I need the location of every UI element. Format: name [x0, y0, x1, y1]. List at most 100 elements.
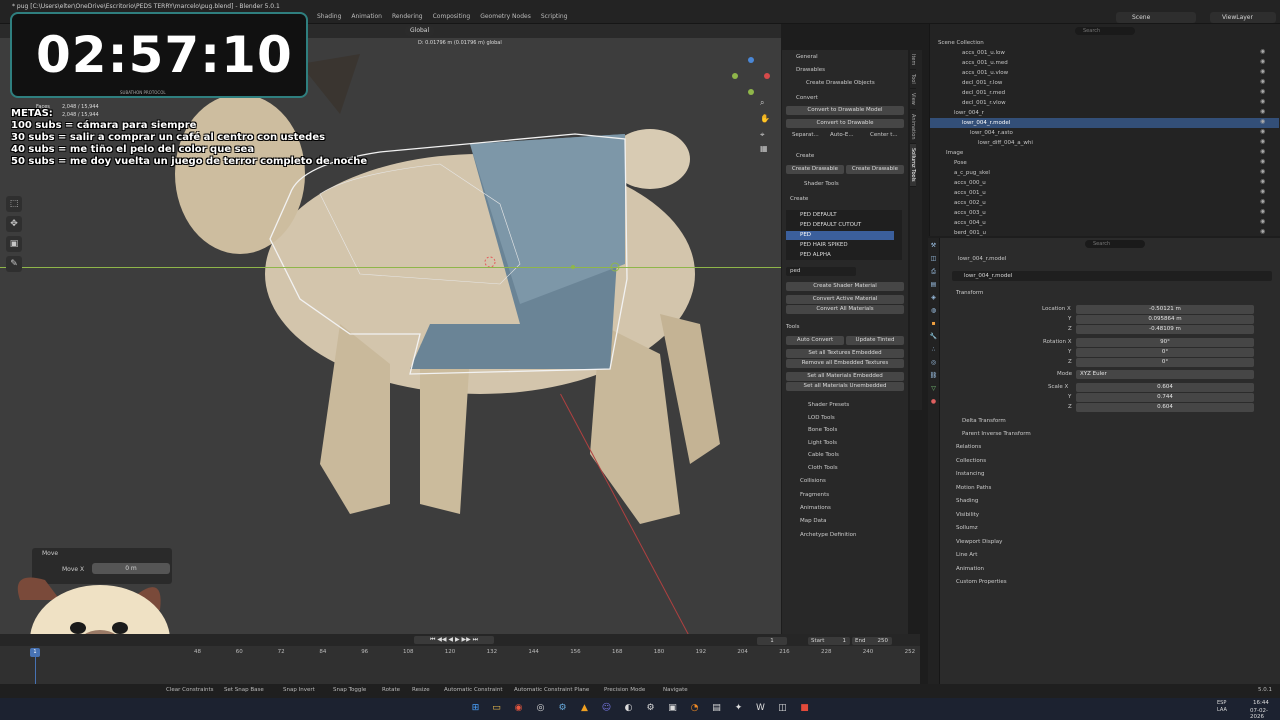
outliner-row[interactable]: decl_001_r.vlow: [930, 98, 1279, 108]
bone-tools-section[interactable]: Bone Tools: [786, 427, 906, 433]
properties-section[interactable]: Shading: [950, 498, 978, 504]
transform-section[interactable]: Transform: [950, 290, 983, 296]
output-tab-icon[interactable]: ⎙: [928, 266, 939, 277]
convert-to-drawable-button[interactable]: Convert to Drawable: [786, 119, 904, 128]
tab-tool[interactable]: Tool: [910, 70, 916, 90]
rotation-z-field[interactable]: 0°: [1076, 358, 1254, 367]
properties-section[interactable]: Sollumz: [950, 525, 978, 531]
scale-z-field[interactable]: 0.604: [1076, 403, 1254, 412]
properties-section[interactable]: Collections: [950, 458, 986, 464]
steam-icon[interactable]: ⚙: [555, 701, 570, 716]
outliner-row[interactable]: decl_001_r.low: [930, 78, 1279, 88]
parent-inverse-section[interactable]: Parent Inverse Transform: [950, 431, 1031, 437]
clock-time[interactable]: 16:44: [1253, 700, 1269, 706]
blender-icon[interactable]: ◔: [687, 701, 702, 716]
app2-icon[interactable]: ◫: [775, 701, 790, 716]
visibility-eye-icon[interactable]: ◉: [1260, 198, 1265, 205]
shader-presets-section[interactable]: Shader Presets: [786, 402, 906, 408]
shader-item-selected[interactable]: PED: [786, 231, 894, 240]
move-panel-title[interactable]: Move: [42, 550, 58, 557]
visibility-eye-icon[interactable]: ◉: [1260, 68, 1265, 75]
visibility-eye-icon[interactable]: ◉: [1260, 108, 1265, 115]
outliner-row[interactable]: accs_004_u: [930, 218, 1279, 228]
scene-selector[interactable]: Scene: [1116, 12, 1196, 23]
playhead[interactable]: 1: [30, 648, 40, 657]
properties-section[interactable]: Instancing: [950, 471, 985, 477]
tab-rendering[interactable]: Rendering: [387, 12, 428, 21]
select-tool-icon[interactable]: ⬚: [6, 196, 22, 212]
tool-icon[interactable]: ✦: [731, 701, 746, 716]
outliner-row[interactable]: a_c_pug_skel: [930, 168, 1279, 178]
shader-search-input[interactable]: ped: [786, 267, 856, 276]
discord-icon[interactable]: ☺: [599, 701, 614, 716]
properties-section[interactable]: Custom Properties: [950, 579, 1007, 585]
transform-orientation-dropdown[interactable]: Global: [405, 26, 435, 36]
tab-view[interactable]: View: [910, 89, 916, 110]
shader-item[interactable]: PED DEFAULT: [786, 211, 894, 220]
world-tab-icon[interactable]: ◍: [928, 305, 939, 316]
chrome-icon[interactable]: ◉: [511, 701, 526, 716]
pan-icon[interactable]: ✋: [760, 114, 770, 123]
properties-section[interactable]: Animation: [950, 566, 984, 572]
tool-tab-icon[interactable]: ⚒: [928, 240, 939, 251]
delta-transform-section[interactable]: Delta Transform: [950, 418, 1006, 424]
obs-icon[interactable]: ◎: [533, 701, 548, 716]
outliner-row[interactable]: Image: [930, 148, 1279, 158]
set-all-materials-embedded-button[interactable]: Set all Materials Embedded: [786, 372, 904, 381]
app3-icon[interactable]: ■: [797, 701, 812, 716]
remove-embedded-textures-button[interactable]: Remove all Embedded Textures: [786, 359, 904, 368]
terminal-icon[interactable]: ▣: [665, 701, 680, 716]
drawables-section[interactable]: Drawables: [786, 67, 906, 73]
visibility-eye-icon[interactable]: ◉: [1260, 218, 1265, 225]
rotation-x-field[interactable]: 90°: [1076, 338, 1254, 347]
object-tab-icon[interactable]: ▪: [928, 318, 939, 329]
properties-search-input[interactable]: Search: [1085, 240, 1145, 248]
visibility-eye-icon[interactable]: ◉: [1260, 178, 1265, 185]
center-checkbox[interactable]: Center t...: [870, 132, 906, 138]
properties-section[interactable]: Relations: [950, 444, 981, 450]
current-frame-field[interactable]: 1: [757, 637, 787, 645]
visibility-eye-icon[interactable]: ◉: [1260, 78, 1265, 85]
properties-section[interactable]: Visibility: [950, 512, 979, 518]
outliner-row[interactable]: accs_001_u.low: [930, 48, 1279, 58]
visibility-eye-icon[interactable]: ◉: [1260, 148, 1265, 155]
auto-embed-checkbox[interactable]: Auto-E...: [830, 132, 870, 138]
create-drawable-button[interactable]: Create Drawable: [786, 165, 844, 174]
scale-x-field[interactable]: 0.604: [1076, 383, 1254, 392]
rotation-mode-dropdown[interactable]: XYZ Euler: [1076, 370, 1254, 379]
cable-tools-section[interactable]: Cable Tools: [786, 452, 906, 458]
tab-item[interactable]: Item: [910, 50, 916, 71]
light-tools-section[interactable]: Light Tools: [786, 440, 906, 446]
properties-section[interactable]: Viewport Display: [950, 539, 1002, 545]
file-explorer-icon[interactable]: ▭: [489, 701, 504, 716]
visibility-eye-icon[interactable]: ◉: [1260, 158, 1265, 165]
view-layer-tab-icon[interactable]: ▤: [928, 279, 939, 290]
language-indicator[interactable]: ESP LAA: [1217, 700, 1227, 714]
shader-tools-section[interactable]: Shader Tools: [786, 181, 906, 187]
shader-item[interactable]: PED DEFAULT CUTOUT: [786, 221, 894, 230]
move-tool-icon[interactable]: ✥: [6, 216, 22, 232]
view-layer-selector[interactable]: ViewLayer: [1210, 12, 1276, 23]
zoom-icon[interactable]: ⌕: [760, 98, 764, 108]
outliner-search-input[interactable]: Search: [1075, 27, 1135, 35]
window-icon[interactable]: ▤: [709, 701, 724, 716]
modifier-tab-icon[interactable]: 🔧: [928, 331, 939, 342]
app-icon[interactable]: ▲: [577, 701, 592, 716]
create-shader-material-button[interactable]: Create Shader Material: [786, 282, 904, 291]
epic-icon[interactable]: ◐: [621, 701, 636, 716]
shader-item[interactable]: PED HAIR SPIKED: [786, 241, 894, 250]
end-frame-field[interactable]: End 250: [852, 637, 892, 645]
tab-geometry-nodes[interactable]: Geometry Nodes: [475, 12, 536, 21]
outliner-row[interactable]: accs_000_u: [930, 178, 1279, 188]
visibility-eye-icon[interactable]: ◉: [1260, 128, 1265, 135]
outliner-row[interactable]: lowr_diff_004_a_whi: [930, 138, 1279, 148]
location-x-field[interactable]: -0.50121 m: [1076, 305, 1254, 314]
set-all-materials-unembedded-button[interactable]: Set all Materials Unembedded: [786, 382, 904, 391]
tab-compositing[interactable]: Compositing: [428, 12, 476, 21]
lod-tools-section[interactable]: LOD Tools: [786, 415, 906, 421]
location-y-field[interactable]: 0.095864 m: [1076, 315, 1254, 324]
playback-controls[interactable]: ⏮ ◀◀ ◀ ▶ ▶▶ ⏭: [414, 636, 494, 644]
archetype-definition-section[interactable]: Archetype Definition: [786, 532, 906, 538]
particles-tab-icon[interactable]: ∴: [928, 344, 939, 355]
shader-item[interactable]: PED ALPHA: [786, 251, 894, 260]
